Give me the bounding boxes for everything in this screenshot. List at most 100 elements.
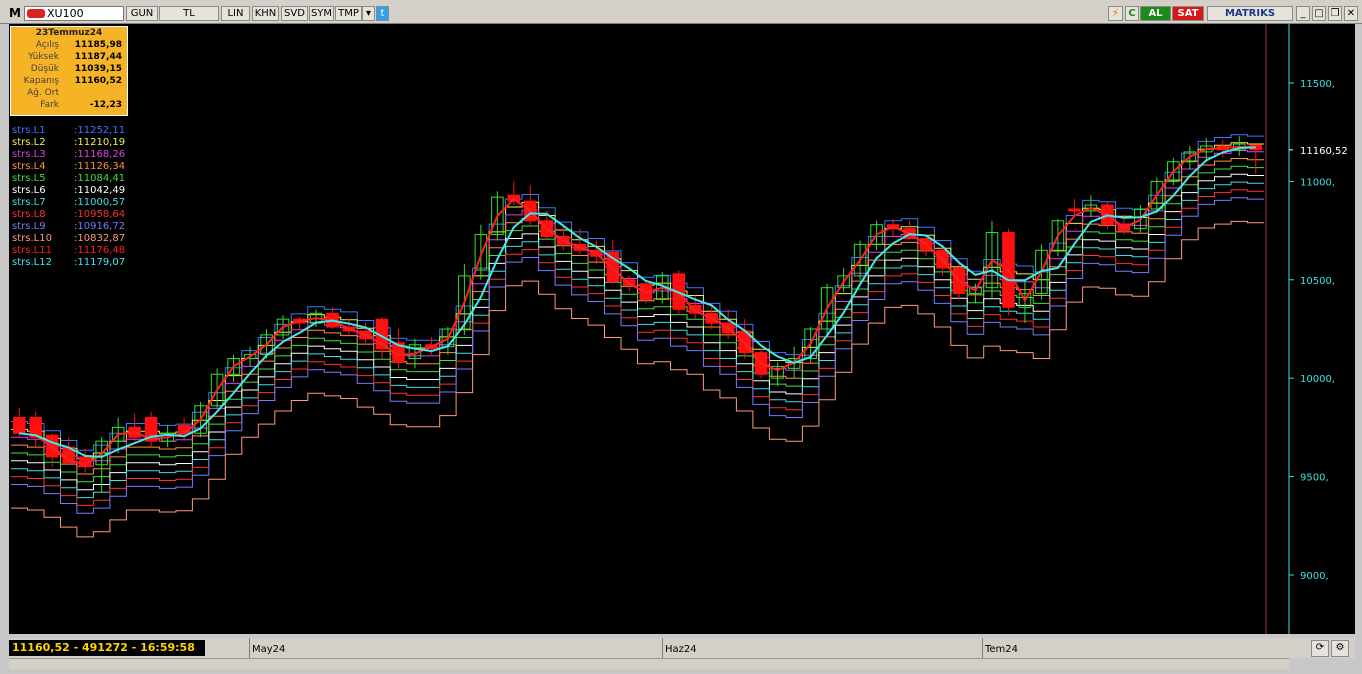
- legend-value: :10916,72: [74, 221, 126, 232]
- y-tick-label: 11000,: [1300, 177, 1335, 188]
- price-chart[interactable]: 9000, 9500, 10000, 10500, 11000, 11500, 11160,…: [9, 24, 1355, 634]
- info-label: Ağ. Ort: [27, 88, 59, 98]
- date-label-may: May24: [252, 644, 286, 655]
- refresh-icon[interactable]: C: [1125, 6, 1139, 21]
- symbol-text: XU100: [47, 7, 84, 20]
- legend-item: strs.L8 :10958,64: [12, 209, 142, 221]
- y-tick-label: 11500,: [1300, 79, 1335, 90]
- info-value: -12,23: [89, 100, 122, 110]
- info-label: Fark: [40, 100, 59, 110]
- khn-button[interactable]: KHN: [252, 6, 279, 21]
- legend-value: :10832,87: [74, 233, 126, 244]
- horizontal-scrollbar[interactable]: [9, 658, 1289, 669]
- legend-item: strs.L5 :11084,41: [12, 173, 142, 185]
- info-row-avg: Ağ. Ort: [11, 87, 127, 99]
- linear-button[interactable]: LIN: [221, 6, 250, 21]
- date-label-jul: Tem24: [985, 644, 1019, 655]
- date-tick: [982, 638, 983, 658]
- dropdown-arrow-icon[interactable]: ▾: [362, 6, 375, 21]
- cycle-icon[interactable]: ⟳: [1311, 640, 1329, 657]
- app-logo: M: [9, 6, 21, 20]
- sym-button[interactable]: SYM: [309, 6, 334, 21]
- legend-item: strs.L9 :10916,72: [12, 221, 142, 233]
- brand-logo: MATRIKS: [1207, 6, 1293, 21]
- buy-button[interactable]: AL: [1140, 6, 1171, 21]
- toolbar: M XU100 GUN TL LIN KHN SVD SYM TMP ▾ t ⚡…: [0, 0, 1362, 24]
- legend-item: strs.L12 :11179,07: [12, 257, 142, 269]
- info-value: 11039,15: [74, 64, 122, 74]
- legend-value: :11210,19: [74, 137, 126, 148]
- legend-value: :11168,26: [74, 149, 126, 160]
- legend-name: strs.L3: [12, 149, 46, 160]
- legend-name: strs.L8: [12, 209, 46, 220]
- legend-name: strs.L9: [12, 221, 46, 232]
- legend-name: strs.L6: [12, 185, 46, 196]
- settings-icon[interactable]: ⚙: [1331, 640, 1349, 657]
- legend-value: :11000,57: [74, 197, 126, 208]
- y-tick-label: 10000,: [1300, 374, 1335, 385]
- matriks-icon: [27, 9, 45, 18]
- date-label-jun: Haz24: [665, 644, 697, 655]
- info-label: Düşük: [30, 64, 59, 74]
- info-value: 11187,44: [74, 52, 122, 62]
- legend-name: strs.L5: [12, 173, 46, 184]
- legend-name: strs.L1: [12, 125, 46, 136]
- legend-value: :10958,64: [74, 209, 126, 220]
- svd-button[interactable]: SVD: [281, 6, 308, 21]
- legend-value: :11179,07: [74, 257, 126, 268]
- band-line-8: [11, 189, 1264, 506]
- candle-body: [1068, 208, 1081, 212]
- info-row-open: Açılış 11185,98: [11, 39, 127, 51]
- tmp-button[interactable]: TMP: [335, 6, 362, 21]
- legend-item: strs.L3 :11168,26: [12, 149, 142, 161]
- info-row-high: Yüksek 11187,44: [11, 51, 127, 63]
- legend-value: :11176,48: [74, 245, 126, 256]
- legend-item: strs.L6 :11042,49: [12, 185, 142, 197]
- indicator-legend: strs.L1 :11252,11 strs.L2 :11210,19 strs.L3:…: [12, 125, 142, 269]
- info-value: 11185,98: [74, 40, 122, 50]
- legend-name: strs.L2: [12, 137, 46, 148]
- lightning-icon[interactable]: ⚡: [1108, 6, 1123, 21]
- candle-body: [12, 417, 26, 434]
- legend-name: strs.L10: [12, 233, 52, 244]
- info-label: Kapanış: [23, 76, 59, 86]
- legend-value: :11252,11: [74, 125, 126, 136]
- maximize-icon[interactable]: □: [1312, 6, 1326, 21]
- minimize-icon[interactable]: _: [1296, 6, 1310, 21]
- legend-name: strs.L11: [12, 245, 52, 256]
- sell-button[interactable]: SAT: [1172, 6, 1204, 21]
- info-label: Yüksek: [28, 52, 59, 62]
- period-button[interactable]: GUN: [126, 6, 158, 21]
- info-value: 11160,52: [74, 76, 122, 86]
- legend-item: strs.L4 :11126,34: [12, 161, 142, 173]
- info-row-close: Kapanış 11160,52: [11, 75, 127, 87]
- twitter-icon[interactable]: t: [376, 6, 389, 21]
- info-label: Açılış: [35, 40, 59, 50]
- legend-value: :11042,49: [74, 185, 126, 196]
- legend-item: strs.L7 :11000,57: [12, 197, 142, 209]
- candle-body: [606, 251, 620, 283]
- info-row-change: Fark -12,23: [11, 99, 127, 111]
- status-bar: 11160,52 - 491272 - 16:59:58 May24 Haz24…: [9, 638, 1355, 658]
- chart-area[interactable]: 9000, 9500, 10000, 10500, 11000, 11500, 11160,…: [9, 24, 1355, 634]
- legend-value: :11084,41: [74, 173, 126, 184]
- info-row-low: Düşük 11039,15: [11, 63, 127, 75]
- date-tick: [662, 638, 663, 658]
- legend-item: strs.L10 :10832,87: [12, 233, 142, 245]
- info-date: 23Temmuz24: [35, 28, 103, 38]
- close-icon[interactable]: ✕: [1344, 6, 1358, 21]
- legend-item: strs.L11 :11176,48: [12, 245, 142, 257]
- legend-item: strs.L2 :11210,19: [12, 137, 142, 149]
- legend-item: strs.L1 :11252,11: [12, 125, 142, 137]
- legend-name: strs.L7: [12, 197, 46, 208]
- date-tick: [249, 638, 250, 658]
- ohlc-info-box: 23Temmuz24 Açılış 11185,98 Yüksek 11187,44…: [10, 26, 128, 116]
- symbol-selector[interactable]: XU100: [24, 6, 124, 21]
- legend-name: strs.L4: [12, 161, 46, 172]
- y-tick-label: 9000,: [1300, 571, 1329, 582]
- last-price-label: 11160,52: [1300, 146, 1348, 157]
- restore-icon[interactable]: ❐: [1328, 6, 1342, 21]
- currency-button[interactable]: TL: [159, 6, 219, 21]
- legend-value: :11126,34: [74, 161, 126, 172]
- legend-name: strs.L12: [12, 257, 52, 268]
